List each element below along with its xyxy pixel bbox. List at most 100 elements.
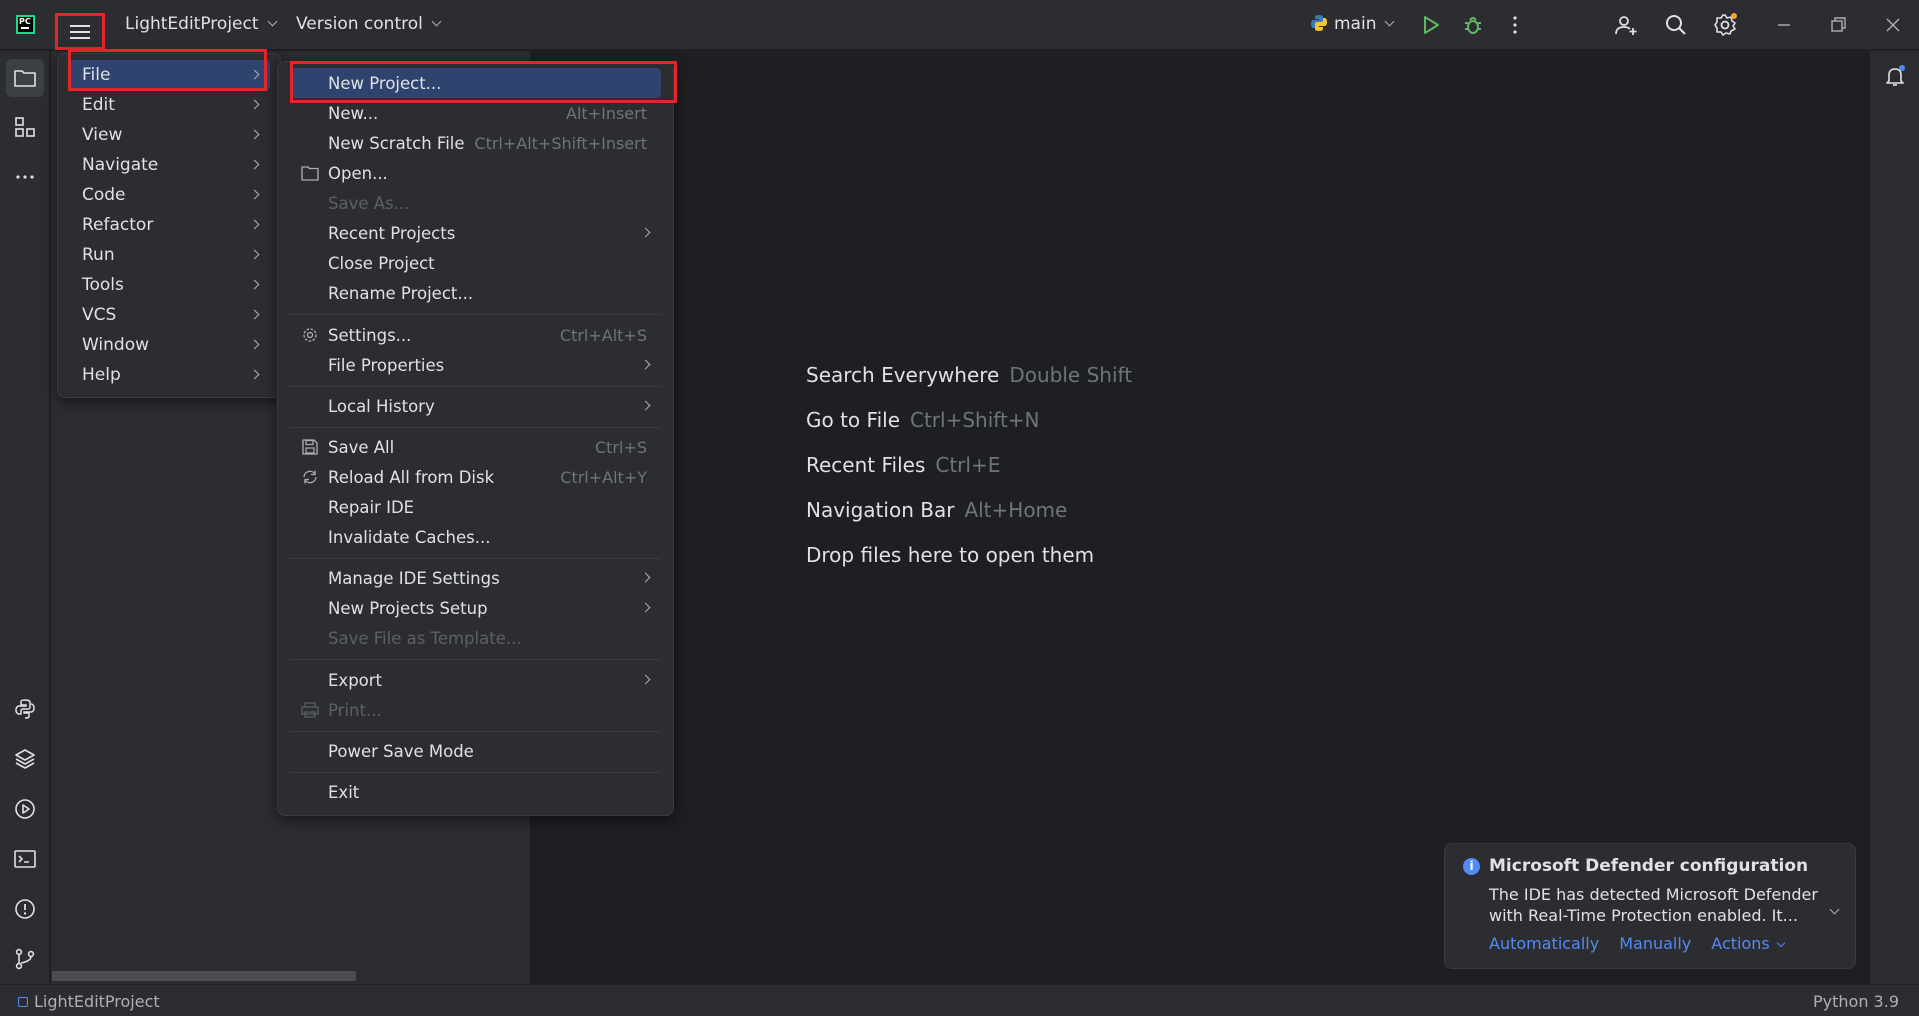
open-item[interactable]: Open...: [290, 158, 661, 188]
new-scratch-file-item[interactable]: New Scratch File Ctrl+Alt+Shift+Insert: [290, 128, 661, 158]
python-icon: [1311, 15, 1327, 31]
settings-gear-icon[interactable]: [1713, 13, 1737, 37]
add-user-icon[interactable]: [1614, 13, 1638, 37]
structure-icon[interactable]: [13, 115, 37, 139]
recent-projects-item[interactable]: Recent Projects: [290, 218, 661, 248]
menu-item-run[interactable]: Run: [70, 240, 270, 270]
hint-recent-files: Recent Files Ctrl+E: [806, 453, 1001, 477]
menu-item-view[interactable]: View: [70, 120, 270, 150]
close-icon[interactable]: [1881, 13, 1905, 37]
invalidate-caches-item[interactable]: Invalidate Caches...: [290, 522, 661, 552]
git-branch-icon[interactable]: [13, 947, 37, 971]
menu-item-help[interactable]: Help: [70, 360, 270, 390]
search-icon[interactable]: [1664, 13, 1688, 37]
branch-name: main: [1334, 14, 1377, 34]
chevron-right-icon: [640, 227, 651, 238]
menu-separator: [290, 314, 661, 315]
project-name: LightEditProject: [125, 14, 259, 34]
automatically-link[interactable]: Automatically: [1489, 934, 1599, 953]
rename-project-item[interactable]: Rename Project...: [290, 278, 661, 308]
notifications-bell-icon[interactable]: [1883, 64, 1907, 88]
menu-separator: [290, 772, 661, 773]
save-as-item: Save As...: [328, 193, 410, 213]
save-all-item[interactable]: Save All Ctrl+S: [290, 432, 661, 462]
module-icon: [18, 996, 28, 1007]
hint-go-to-file: Go to File Ctrl+Shift+N: [806, 408, 1040, 432]
reload-from-disk-item[interactable]: Reload All from Disk Ctrl+Alt+Y: [290, 462, 661, 492]
chevron-right-icon: [249, 99, 260, 110]
menu-item-vcs[interactable]: VCS: [70, 300, 270, 330]
menu-item-code[interactable]: Code: [70, 180, 270, 210]
expand-chevron-icon[interactable]: [1829, 904, 1840, 915]
python-console-icon[interactable]: [13, 697, 37, 721]
status-project-breadcrumb[interactable]: LightEditProject: [18, 992, 160, 1011]
menu-item-edit[interactable]: Edit: [70, 90, 270, 120]
menu-separator: [290, 659, 661, 660]
python-interpreter[interactable]: Python 3.9: [1813, 992, 1899, 1011]
chevron-right-icon: [640, 602, 651, 613]
manage-ide-settings-item[interactable]: Manage IDE Settings: [290, 563, 661, 593]
hint-navigation-bar: Navigation Bar Alt+Home: [806, 498, 1068, 522]
chevron-down-icon: [267, 16, 277, 27]
menu-separator: [290, 731, 661, 732]
menu-separator: [290, 427, 661, 428]
repair-ide-item[interactable]: Repair IDE: [290, 492, 661, 522]
manually-link[interactable]: Manually: [1619, 934, 1691, 953]
restore-icon[interactable]: [1826, 13, 1850, 37]
main-menu-popup: File Edit View Navigate Code Refactor Ru…: [57, 53, 281, 398]
close-project-item[interactable]: Close Project: [290, 248, 661, 278]
chevron-down-icon: [1776, 938, 1785, 948]
info-icon: i: [1463, 858, 1480, 875]
reload-icon: [303, 470, 317, 484]
run-icon[interactable]: [1419, 13, 1443, 37]
notification-title: Microsoft Defender configuration: [1489, 856, 1809, 876]
version-control-selector[interactable]: Version control: [296, 14, 442, 34]
problems-icon[interactable]: [13, 897, 37, 921]
hint-drop-files: Drop files here to open them: [806, 543, 1095, 567]
pycharm-logo-icon: PC: [16, 15, 35, 34]
actions-dropdown[interactable]: Actions: [1711, 934, 1785, 953]
chevron-right-icon: [249, 129, 260, 140]
project-selector[interactable]: LightEditProject: [125, 14, 277, 34]
local-history-item[interactable]: Local History: [290, 391, 661, 421]
terminal-icon[interactable]: [13, 847, 37, 871]
menu-item-navigate[interactable]: Navigate: [70, 150, 270, 180]
chevron-right-icon: [249, 159, 260, 170]
menu-item-tools[interactable]: Tools: [70, 270, 270, 300]
exit-item[interactable]: Exit: [290, 777, 661, 807]
chevron-right-icon: [249, 219, 260, 230]
services-icon[interactable]: [13, 797, 37, 821]
more-vertical-icon[interactable]: [1503, 13, 1527, 37]
chevron-right-icon: [640, 359, 651, 370]
menu-separator: [290, 386, 661, 387]
new-projects-setup-item[interactable]: New Projects Setup: [290, 593, 661, 623]
chevron-right-icon: [249, 369, 260, 380]
chevron-down-icon: [1385, 16, 1395, 27]
project-folder-icon[interactable]: [13, 66, 37, 90]
chevron-right-icon: [249, 189, 260, 200]
menu-item-window[interactable]: Window: [70, 330, 270, 360]
notification-body: The IDE has detected Microsoft Defender …: [1489, 885, 1818, 925]
layers-icon[interactable]: [13, 747, 37, 771]
right-tool-strip: [1869, 51, 1919, 984]
debug-icon[interactable]: [1461, 13, 1485, 37]
settings-item[interactable]: Settings... Ctrl+Alt+S: [290, 320, 661, 350]
main-menu-button[interactable]: [55, 13, 105, 50]
hamburger-icon: [70, 24, 90, 39]
branch-selector[interactable]: main: [1310, 14, 1395, 34]
minimize-icon[interactable]: [1772, 13, 1796, 37]
file-submenu: New Project... New... Alt+Insert New Scra…: [277, 61, 674, 816]
chevron-right-icon: [249, 279, 260, 290]
more-tools-icon[interactable]: [13, 165, 37, 189]
status-bar: LightEditProject Python 3.9: [0, 984, 1919, 1016]
horizontal-scrollbar[interactable]: [52, 971, 356, 981]
left-tool-strip: [0, 51, 50, 984]
file-properties-item[interactable]: File Properties: [290, 350, 661, 380]
menu-separator: [290, 558, 661, 559]
version-control-label: Version control: [296, 14, 423, 34]
export-item[interactable]: Export: [290, 665, 661, 695]
save-disk-icon: [302, 439, 318, 455]
power-save-mode-item[interactable]: Power Save Mode: [290, 736, 661, 766]
highlight-new-project: [290, 61, 677, 103]
menu-item-refactor[interactable]: Refactor: [70, 210, 270, 240]
